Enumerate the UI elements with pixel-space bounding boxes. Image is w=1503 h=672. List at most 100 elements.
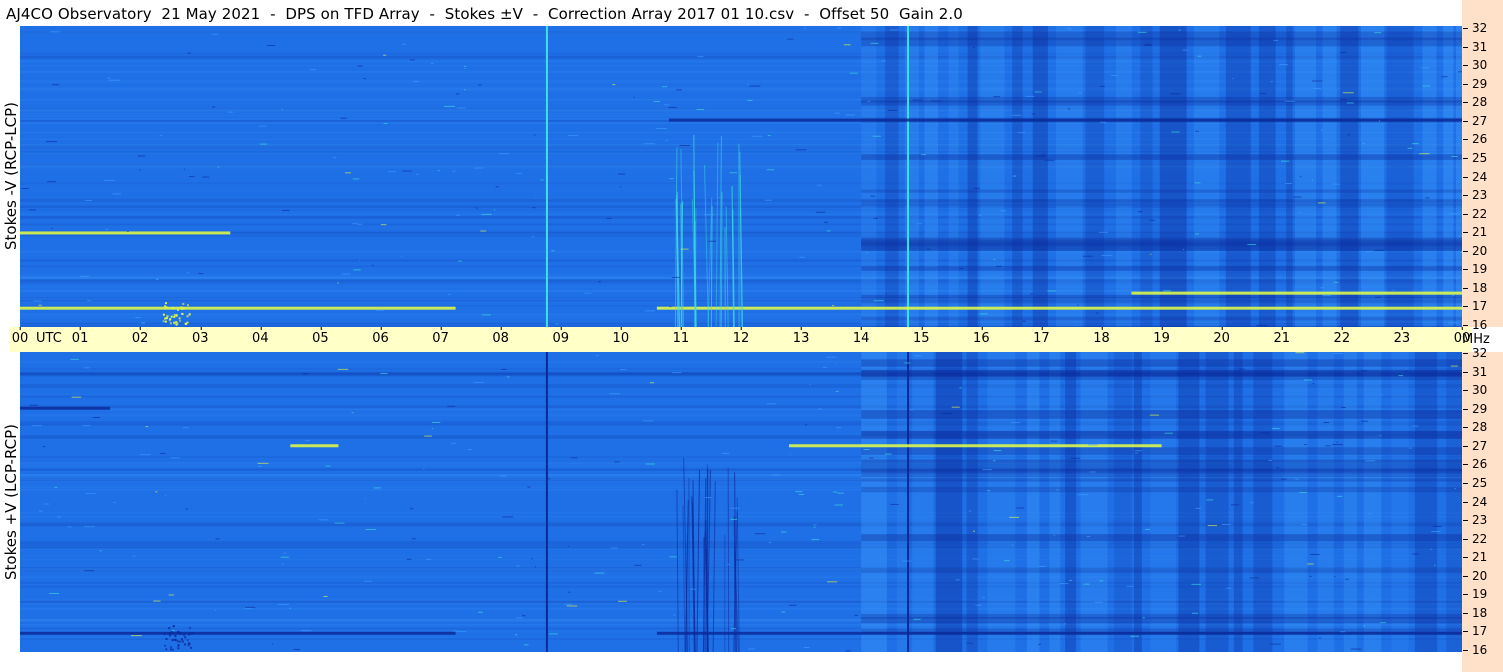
speckle xyxy=(1110,74,1119,76)
speckle xyxy=(718,196,722,198)
checker-column xyxy=(904,26,919,327)
speckle xyxy=(145,426,149,428)
speckle xyxy=(1363,625,1366,627)
speckle xyxy=(1345,578,1349,580)
speckle xyxy=(33,300,42,302)
speckle xyxy=(32,425,42,427)
speckle xyxy=(812,524,817,526)
top-panel-label: Stokes -V (RCP-LCP) xyxy=(2,102,20,251)
speckle xyxy=(1336,441,1339,443)
checker-column xyxy=(1085,26,1105,327)
checker-column xyxy=(1194,26,1220,327)
speckle xyxy=(452,170,456,172)
frequency-tick-label: 26 xyxy=(1462,132,1488,147)
speckle xyxy=(1130,635,1139,637)
checker-column xyxy=(1065,352,1077,652)
speckle xyxy=(1298,211,1301,213)
speckle xyxy=(155,491,158,493)
texture-stripe xyxy=(20,394,1462,396)
checker-column xyxy=(1422,26,1437,327)
texture-stripe xyxy=(20,600,1462,604)
speckle xyxy=(863,448,870,450)
speckle xyxy=(1100,85,1105,87)
speckle xyxy=(357,65,363,67)
speckle xyxy=(443,105,455,107)
speckle xyxy=(99,550,102,552)
cluster-point xyxy=(183,634,186,637)
burst-streak xyxy=(720,191,723,327)
speckle xyxy=(478,84,482,86)
speckle xyxy=(1339,99,1347,101)
speckle xyxy=(383,54,387,56)
frequency-tick-label: 19 xyxy=(1462,262,1488,277)
speckle xyxy=(1374,249,1385,251)
time-tick-label: 02 xyxy=(131,327,149,346)
checker-column xyxy=(1150,352,1177,652)
speckle xyxy=(300,630,312,632)
speckle xyxy=(1276,467,1280,469)
checker-row xyxy=(861,359,1462,367)
speckle xyxy=(214,609,217,611)
speckle xyxy=(583,292,592,294)
cluster-point xyxy=(165,302,168,305)
speckle xyxy=(481,213,492,215)
speckle xyxy=(84,200,93,202)
speckle xyxy=(186,272,190,274)
texture-stripe xyxy=(20,422,1462,425)
frequency-tick-label: 22 xyxy=(1462,531,1488,546)
texture-stripe xyxy=(20,582,1462,584)
checker-column xyxy=(861,352,887,652)
speckle xyxy=(211,33,219,35)
speckle xyxy=(993,258,996,260)
speckle xyxy=(832,491,838,493)
bottom-panel-label: Stokes +V (LCP-RCP) xyxy=(2,424,20,580)
speckle xyxy=(1284,182,1293,184)
speckle xyxy=(140,454,151,456)
speckle xyxy=(1149,414,1160,416)
speckle xyxy=(182,427,189,429)
speckle xyxy=(400,255,403,257)
speckle xyxy=(227,111,233,113)
speckle xyxy=(289,607,291,609)
speckle xyxy=(676,89,682,91)
frequency-tick-label: 31 xyxy=(1462,39,1488,54)
speckle xyxy=(992,460,996,462)
speckle xyxy=(1194,182,1201,184)
speckle xyxy=(1086,536,1091,538)
speckle xyxy=(332,157,337,159)
speckle xyxy=(480,230,487,232)
speckle xyxy=(202,176,210,178)
speckle xyxy=(457,631,466,633)
speckle xyxy=(337,282,339,284)
checker-column xyxy=(1056,26,1083,327)
speckle xyxy=(1318,202,1326,204)
speckle xyxy=(267,45,276,47)
speckle xyxy=(259,143,268,145)
speckle xyxy=(71,396,82,398)
cluster-point xyxy=(182,303,185,306)
cluster-point xyxy=(180,638,183,641)
checker-column xyxy=(1258,26,1276,327)
speckle xyxy=(139,169,141,171)
speckle xyxy=(1449,213,1461,215)
stokes-plus-v-spectrogram xyxy=(20,352,1462,652)
speckle xyxy=(1422,85,1431,87)
speckle xyxy=(1100,121,1107,123)
speckle xyxy=(198,273,204,275)
frequency-tick-label: 29 xyxy=(1462,76,1488,91)
time-tick-label: 12 xyxy=(732,327,750,346)
speckle xyxy=(1004,560,1010,562)
checker-column xyxy=(1032,26,1048,327)
speckle xyxy=(803,647,810,649)
speckle xyxy=(499,475,507,477)
frequency-tick-label: 24 xyxy=(1462,169,1488,184)
speckle xyxy=(884,453,892,455)
speckle xyxy=(618,173,626,175)
speckle xyxy=(1182,49,1188,51)
speckle xyxy=(1053,534,1056,536)
speckle xyxy=(730,507,740,509)
speckle xyxy=(669,178,674,180)
speckle xyxy=(837,492,844,494)
speckle xyxy=(644,143,656,145)
speckle xyxy=(1320,287,1324,289)
